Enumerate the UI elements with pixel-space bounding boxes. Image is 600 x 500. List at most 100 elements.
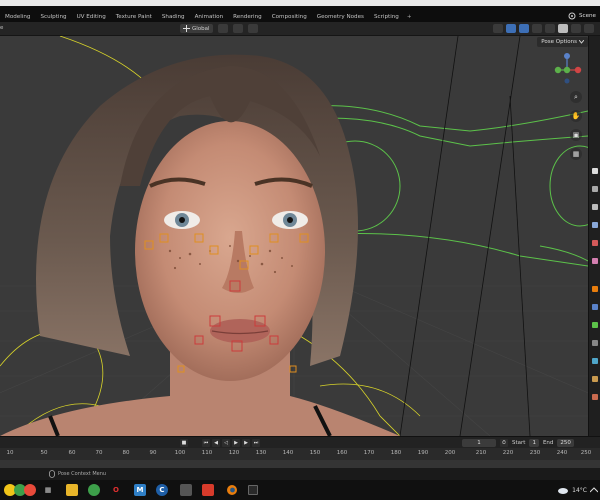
scene-props-icon[interactable] [592, 240, 598, 246]
c-app-icon[interactable]: C [156, 484, 168, 496]
tick-label: 110 [201, 450, 213, 456]
system-tray: 14°C [557, 486, 598, 494]
current-frame-field[interactable]: 1 [462, 439, 496, 447]
timeline-header: ■ ⏮ ◀ ◁ ▶ ▶ ⏭ 1 ⏱ Start 1 End 250 [0, 436, 600, 448]
chevron-up-icon[interactable] [590, 487, 598, 493]
navigation-gizmo[interactable] [550, 51, 584, 85]
physics-props-icon[interactable] [592, 322, 598, 328]
tab-animation[interactable]: Animation [190, 14, 229, 20]
task-view-icon[interactable]: ▦ [42, 484, 54, 496]
tab-sculpting[interactable]: Sculpting [35, 14, 71, 20]
status-hint: Pose Context Menu [58, 471, 107, 477]
tick-label: 60 [68, 450, 76, 456]
preview-range-icon[interactable]: ⏱ [500, 439, 508, 447]
tick-label: 130 [255, 450, 267, 456]
data-props-icon[interactable] [592, 358, 598, 364]
tick-label: 240 [556, 450, 568, 456]
end-frame-field[interactable]: 250 [557, 439, 574, 447]
keyframe-area[interactable] [0, 460, 600, 468]
tab-geometry-nodes[interactable]: Geometry Nodes [312, 14, 369, 20]
visibility-icon[interactable] [493, 24, 503, 33]
scene-selector[interactable]: Scene [568, 12, 596, 20]
world-props-icon[interactable] [592, 258, 598, 264]
start-logo-icon[interactable] [2, 482, 38, 498]
office-icon[interactable] [202, 484, 214, 496]
camera-icon[interactable]: ▣ [570, 129, 582, 141]
constraint-props-icon[interactable] [592, 340, 598, 346]
viewport-header: e Global [0, 22, 600, 36]
tab-texture-paint[interactable]: Texture Paint [111, 14, 157, 20]
rendered-shading-icon[interactable] [584, 24, 594, 33]
tick-label: 120 [228, 450, 240, 456]
proportional-edit-icon[interactable] [247, 24, 258, 33]
object-props-icon[interactable] [592, 286, 598, 292]
end-label: End [542, 440, 554, 446]
tab-scripting[interactable]: Scripting [369, 14, 404, 20]
tab-shading[interactable]: Shading [157, 14, 190, 20]
zoom-icon[interactable]: ⌕ [570, 91, 582, 103]
play-icon[interactable]: ▶ [232, 439, 240, 447]
tab-modeling[interactable]: Modeling [0, 14, 35, 20]
blender-icon[interactable] [226, 484, 238, 496]
file-explorer-icon[interactable] [66, 484, 78, 496]
tab-uv-editing[interactable]: UV Editing [72, 14, 111, 20]
material-props-icon[interactable] [592, 394, 598, 400]
tick-label: 250 [580, 450, 592, 456]
workspace-tabs: Modeling Sculpting UV Editing Texture Pa… [0, 12, 415, 22]
output-props-icon[interactable] [592, 204, 598, 210]
mode-menu[interactable]: e [0, 25, 3, 31]
play-reverse-icon[interactable]: ◁ [222, 439, 230, 447]
jump-start-icon[interactable]: ⏮ [202, 439, 210, 447]
tick-label: 80 [122, 450, 130, 456]
mouse-icon [49, 470, 55, 478]
tab-rendering[interactable]: Rendering [228, 14, 267, 20]
grid-view-icon[interactable]: ▦ [570, 148, 582, 160]
tick-label: 50 [40, 450, 48, 456]
xray-icon[interactable] [532, 24, 542, 33]
step-back-icon[interactable]: ◀ [212, 439, 220, 447]
overlay-toggle-icon[interactable] [519, 24, 529, 33]
step-forward-icon[interactable]: ▶ [242, 439, 250, 447]
pivot-icon[interactable] [217, 24, 228, 33]
tab-compositing[interactable]: Compositing [267, 14, 312, 20]
pose-options-dropdown[interactable]: Pose Options [537, 37, 588, 47]
weather-cloud-icon [558, 488, 569, 494]
lips [210, 319, 270, 343]
scene-name: Scene [578, 13, 596, 19]
playback-controls: ■ ⏮ ◀ ◁ ▶ ▶ ⏭ [180, 439, 260, 447]
photos-icon[interactable] [180, 484, 192, 496]
pan-hand-icon[interactable]: ✋ [570, 110, 582, 122]
opera-icon[interactable]: O [110, 484, 122, 496]
tick-label: 140 [282, 450, 294, 456]
3d-viewport[interactable]: Pose Options ⌕ ✋ ▣ ▦ [0, 36, 588, 436]
render-props-icon[interactable] [592, 186, 598, 192]
transform-orientation-dropdown[interactable]: Global [180, 24, 213, 33]
wireframe-shading-icon[interactable] [545, 24, 555, 33]
material-shading-icon[interactable] [571, 24, 581, 33]
properties-tab-strip [588, 36, 600, 436]
gizmo-toggle-icon[interactable] [506, 24, 516, 33]
start-label: Start [512, 440, 526, 446]
app-window-icon[interactable] [248, 485, 258, 495]
tick-label: 180 [390, 450, 402, 456]
mail-icon[interactable]: M [134, 484, 146, 496]
view-layer-props-icon[interactable] [592, 222, 598, 228]
tick-label: 90 [149, 450, 157, 456]
frame-range: 1 ⏱ Start 1 End 250 [462, 439, 574, 447]
tick-label: 70 [95, 450, 103, 456]
stop-icon[interactable]: ■ [180, 439, 188, 447]
start-frame-field[interactable]: 1 [529, 439, 539, 447]
add-workspace-button[interactable]: + [404, 14, 415, 20]
modifier-props-icon[interactable] [592, 304, 598, 310]
tick-label: 230 [529, 450, 541, 456]
tool-props-icon[interactable] [592, 168, 598, 174]
jump-end-icon[interactable]: ⏭ [252, 439, 260, 447]
chevron-down-icon [579, 40, 584, 44]
scene-icon [568, 12, 576, 20]
timeline-ruler[interactable]: 10 50 60 70 80 90 100 110 120 130 140 15… [0, 448, 600, 460]
chrome-icon[interactable] [88, 484, 100, 496]
bone-props-icon[interactable] [592, 376, 598, 382]
status-bar: Pose Context Menu [0, 468, 600, 480]
snap-icon[interactable] [232, 24, 243, 33]
solid-shading-icon[interactable] [558, 24, 568, 33]
